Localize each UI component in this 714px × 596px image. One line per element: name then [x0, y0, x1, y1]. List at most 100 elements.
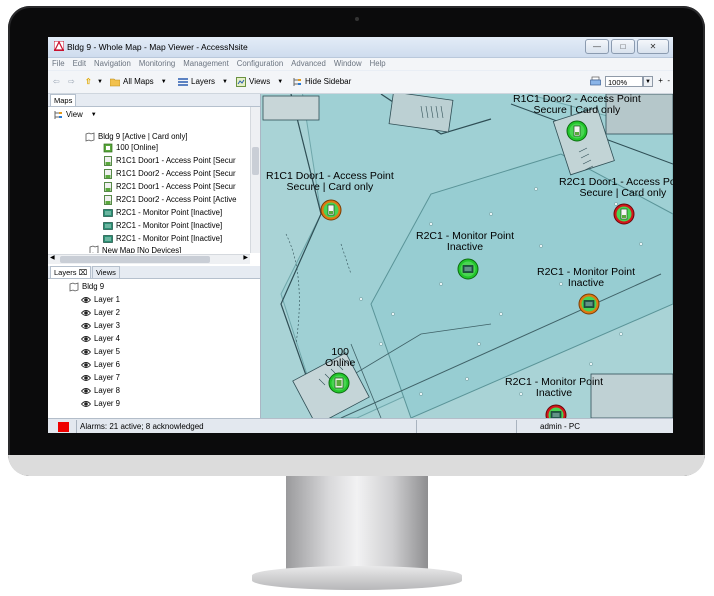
- monitor-icon: [103, 222, 113, 230]
- eye-icon[interactable]: [81, 308, 91, 318]
- tab-layers[interactable]: Layers ⌧: [50, 266, 92, 278]
- eye-icon[interactable]: [81, 386, 91, 396]
- chevron-down-icon: ▼: [277, 79, 284, 85]
- zoom-select[interactable]: 100%: [605, 76, 643, 87]
- door-access-point-marker[interactable]: [566, 120, 588, 142]
- eye-icon[interactable]: [81, 321, 91, 331]
- layer-label: Layer 8: [94, 386, 121, 395]
- layer-item[interactable]: Layer 8: [81, 385, 120, 397]
- back-arrow-icon[interactable]: ⇦: [53, 76, 60, 88]
- alarm-indicator-icon[interactable]: [58, 422, 69, 432]
- layers-root-label: Bldg 9: [82, 282, 105, 291]
- maps-view-button[interactable]: View ▼: [53, 109, 97, 121]
- menu-help[interactable]: Help: [366, 58, 390, 70]
- map-device-label: R2C1 - Monitor Point Inactive: [416, 230, 515, 253]
- maps-horizontal-scrollbar[interactable]: ◀ ▶: [48, 254, 250, 264]
- up-arrow-icon[interactable]: ⇧: [85, 76, 92, 88]
- tree-item-label: R2C1 - Monitor Point [Inactive]: [116, 221, 223, 230]
- map-device-label: R1C1 Door1 - Access Point Secure | Card o…: [266, 170, 394, 193]
- view-tree-icon: [54, 111, 62, 119]
- menu-navigation[interactable]: Navigation: [90, 58, 135, 70]
- controller-marker[interactable]: [328, 372, 350, 394]
- door-icon: [104, 169, 112, 179]
- zoom-out-button[interactable]: -: [667, 76, 670, 85]
- map-device-label: R1C1 Door2 - Access Point Secure | Card o…: [513, 94, 641, 116]
- eye-icon[interactable]: [81, 295, 91, 305]
- eye-icon[interactable]: [81, 373, 91, 383]
- maps-vertical-scrollbar[interactable]: [250, 107, 260, 253]
- monitor-icon: [578, 293, 600, 315]
- tab-maps[interactable]: Maps: [50, 94, 77, 106]
- tree-item[interactable]: R2C1 Door2 - Access Point [Active: [103, 194, 236, 206]
- close-tab-icon[interactable]: ⌧: [79, 268, 88, 277]
- folder-icon: [110, 78, 120, 87]
- tree-item[interactable]: 100 [Online]: [103, 142, 158, 154]
- zoom-controls: + -: [658, 76, 670, 85]
- layer-item[interactable]: Layer 7: [81, 372, 120, 384]
- monitor-point-marker[interactable]: [545, 404, 567, 418]
- menu-configuration[interactable]: Configuration: [233, 58, 287, 70]
- layer-item[interactable]: Layer 6: [81, 359, 120, 371]
- all-maps-button[interactable]: All Maps ▼: [110, 76, 167, 88]
- eye-icon[interactable]: [81, 399, 91, 409]
- layer-item[interactable]: Layer 5: [81, 346, 120, 358]
- printer-icon[interactable]: [590, 76, 601, 87]
- menu-edit[interactable]: Edit: [69, 58, 90, 70]
- layer-item[interactable]: Layer 3: [81, 320, 120, 332]
- zoom-dropdown-chevron-icon[interactable]: ▼: [643, 76, 653, 87]
- map-icon: [89, 245, 99, 253]
- views-label: Views: [249, 77, 271, 86]
- eye-icon[interactable]: [81, 334, 91, 344]
- chevron-down-icon: ▼: [160, 79, 167, 85]
- app-logo-icon: [54, 41, 64, 51]
- up-dropdown-chevron-icon[interactable]: ▼: [97, 76, 103, 88]
- eye-icon[interactable]: [81, 360, 91, 370]
- tree-item[interactable]: R2C1 - Monitor Point [Inactive]: [103, 220, 222, 232]
- alarm-summary[interactable]: Alarms: 21 active; 8 acknowledged: [80, 421, 204, 432]
- door-access-point-marker[interactable]: [613, 203, 635, 225]
- forward-arrow-icon[interactable]: ⇨: [68, 76, 75, 88]
- menu-window[interactable]: Window: [330, 58, 366, 70]
- door-access-point-marker[interactable]: [320, 199, 342, 221]
- tree-item[interactable]: New Map [No Devices]: [89, 245, 181, 253]
- layers-button[interactable]: Layers ▼: [178, 76, 228, 88]
- tree-item[interactable]: R1C1 Door2 - Access Point [Secur: [103, 168, 236, 180]
- layer-item[interactable]: Layer 2: [81, 307, 120, 319]
- scroll-left-icon[interactable]: ◀: [50, 254, 55, 261]
- layer-item[interactable]: Layer 1: [81, 294, 120, 306]
- hide-sidebar-label: Hide Sidebar: [305, 77, 352, 86]
- maximize-button[interactable]: □: [611, 39, 635, 54]
- layer-label: Layer 9: [94, 399, 121, 408]
- scroll-right-icon[interactable]: ▶: [243, 254, 248, 261]
- menu-monitoring[interactable]: Monitoring: [135, 58, 179, 70]
- close-button[interactable]: ✕: [637, 39, 669, 54]
- camera-dot: [355, 17, 359, 21]
- tree-item[interactable]: R1C1 Door1 - Access Point [Secur: [103, 155, 236, 167]
- scrollbar-thumb[interactable]: [252, 147, 259, 175]
- menu-advanced[interactable]: Advanced: [287, 58, 330, 70]
- minimize-button[interactable]: —: [585, 39, 609, 54]
- door-icon: [104, 195, 112, 205]
- tree-item[interactable]: R2C1 - Monitor Point [Inactive]: [103, 207, 222, 219]
- title-bar[interactable]: Bldg 9 - Whole Map - Map Viewer - Access…: [48, 37, 673, 58]
- tab-views[interactable]: Views: [92, 266, 120, 278]
- layer-item[interactable]: Layer 9: [81, 398, 120, 410]
- sidebar-tree-icon: [293, 78, 301, 86]
- zoom-in-button[interactable]: +: [658, 76, 663, 85]
- monitor-point-marker[interactable]: [457, 258, 479, 280]
- menu-file[interactable]: File: [48, 58, 69, 70]
- map-canvas[interactable]: R1C1 Door2 - Access Point Secure | Card o…: [261, 94, 673, 418]
- eye-icon[interactable]: [81, 347, 91, 357]
- views-button[interactable]: Views ▼: [236, 76, 283, 88]
- layer-label: Layer 3: [94, 321, 121, 330]
- menu-management[interactable]: Management: [179, 58, 233, 70]
- layer-item[interactable]: Layer 4: [81, 333, 120, 345]
- layers-root[interactable]: Bldg 9: [69, 281, 104, 293]
- tree-item[interactable]: R2C1 Door1 - Access Point [Secur: [103, 181, 236, 193]
- monitor-point-marker[interactable]: [578, 293, 600, 315]
- layer-label: Layer 1: [94, 295, 121, 304]
- tree-item[interactable]: R2C1 - Monitor Point [Inactive]: [103, 233, 222, 245]
- hide-sidebar-button[interactable]: Hide Sidebar: [292, 76, 351, 88]
- scrollbar-thumb[interactable]: [60, 256, 210, 263]
- tree-item-label: R2C1 - Monitor Point [Inactive]: [116, 234, 223, 243]
